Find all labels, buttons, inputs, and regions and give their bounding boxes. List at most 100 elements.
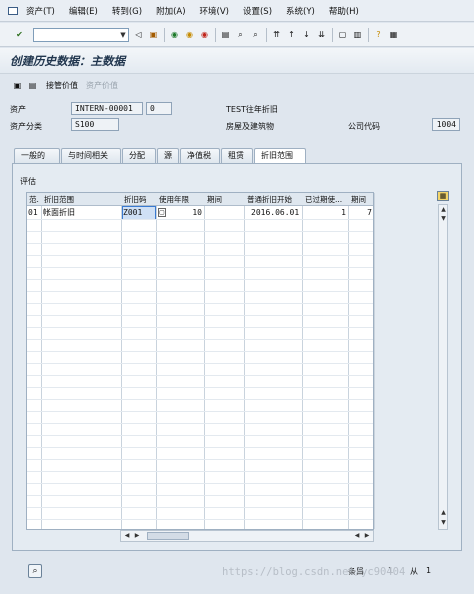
scroll-right-icon[interactable]: ▶ — [363, 532, 371, 539]
scroll-up-icon[interactable]: ▲ — [440, 206, 447, 213]
row-separator — [27, 435, 373, 436]
asset-number-field[interactable]: INTERN-00001 — [71, 102, 143, 115]
document-icon[interactable]: ▤ — [27, 80, 38, 91]
command-field[interactable]: ▼ — [33, 27, 129, 42]
row-separator — [27, 375, 373, 376]
last-page-icon[interactable]: ⇊ — [316, 29, 327, 40]
print-icon[interactable]: ▤ — [220, 29, 231, 40]
menu-settings[interactable]: 设置(S) — [243, 5, 272, 17]
company-code-field[interactable]: 1004 — [432, 118, 460, 131]
new-session-icon[interactable]: ▢ — [337, 29, 348, 40]
period-input[interactable] — [206, 207, 244, 219]
chevron-down-icon[interactable]: ▼ — [118, 29, 128, 41]
tab-depreciation-areas[interactable]: 折旧范围 — [254, 148, 306, 164]
header-period-2[interactable]: 期间 — [349, 193, 375, 206]
header-useful-life[interactable]: 使用年限 — [157, 193, 205, 206]
standard-toolbar: ✔ ▼ ◁ ▣ ◉ ◉ ◉ ▤ ⌕ ⌕ ⇈ ↑ ↓ ⇊ ▢ ▥ ? ▦ — [0, 23, 474, 47]
of-value: 1 — [426, 566, 432, 575]
next-page-icon[interactable]: ↓ — [301, 29, 312, 40]
tab-strip: 一般的 与时间相关 分配 源 净值税 租赁 折旧范围 — [14, 148, 307, 164]
tab-allocations[interactable]: 分配 — [122, 148, 156, 164]
scroll-down-icon[interactable]: ▼ — [440, 519, 447, 526]
back-arrow-icon[interactable]: ◁ — [133, 29, 144, 40]
scroll-left-icon[interactable]: ◀ — [123, 532, 131, 539]
asset-overview-icon[interactable]: ▣ — [12, 80, 23, 91]
row-separator — [27, 315, 373, 316]
find-next-icon[interactable]: ⌕ — [250, 29, 261, 40]
tab-net-worth-tax[interactable]: 净值税 — [180, 148, 220, 164]
header-dep-start[interactable]: 普通折旧开始 — [245, 193, 303, 206]
menu-asset[interactable]: 资产(T) — [26, 5, 55, 17]
enter-check-icon[interactable]: ✔ — [14, 29, 25, 40]
back-icon[interactable]: ◉ — [169, 29, 180, 40]
depreciation-table: 范. 折旧范围 折旧码 使用年限 期间 普通折旧开始 已过期使... 期间 01… — [26, 192, 375, 530]
asset-class-field[interactable]: S100 — [71, 118, 119, 131]
row-separator — [27, 255, 373, 256]
menu-environment[interactable]: 环境(V) — [200, 5, 229, 17]
row-separator — [27, 327, 373, 328]
customize-layout-icon[interactable]: ▦ — [388, 29, 399, 40]
dep-key-input[interactable]: Z001 — [122, 206, 156, 220]
table-settings-icon[interactable]: ▦ — [437, 191, 449, 201]
tab-time-dependent[interactable]: 与时间相关 — [61, 148, 121, 164]
row-separator — [27, 339, 373, 340]
expired-life-input[interactable]: 1 — [304, 207, 349, 219]
save-icon[interactable]: ▣ — [148, 29, 159, 40]
row-area-no: 01 — [28, 208, 38, 217]
toolbar-separator — [164, 27, 165, 42]
row-separator — [27, 483, 373, 484]
horizontal-scrollbar[interactable]: ◀ ▶ ◀ ▶ — [120, 530, 374, 542]
row-separator — [27, 423, 373, 424]
cancel-icon[interactable]: ◉ — [199, 29, 210, 40]
group-title: 评估 — [20, 177, 36, 186]
first-page-icon[interactable]: ⇈ — [271, 29, 282, 40]
period-2-input[interactable]: 7 — [350, 207, 375, 219]
scroll-down-icon[interactable]: ▼ — [440, 215, 447, 222]
useful-life-input[interactable]: 10 — [169, 207, 205, 219]
scroll-up-icon[interactable]: ▲ — [440, 509, 447, 516]
menu-extras[interactable]: 附加(A) — [156, 5, 185, 17]
asset-subnumber-field[interactable]: 0 — [146, 102, 172, 115]
row-separator — [27, 219, 373, 220]
window-menu-icon[interactable] — [8, 6, 18, 15]
row-separator — [27, 303, 373, 304]
menu-system[interactable]: 系统(Y) — [286, 5, 315, 17]
scroll-left-icon[interactable]: ◀ — [353, 532, 361, 539]
row-separator — [27, 291, 373, 292]
header-dep-key[interactable]: 折旧码 — [122, 193, 157, 206]
asset-class-label: 资产分类 — [10, 122, 42, 131]
shortcut-icon[interactable]: ▥ — [352, 29, 363, 40]
position-icon[interactable]: ⌕ — [28, 564, 42, 578]
title-bar: 创建历史数据：主数据 — [0, 48, 474, 74]
dep-start-input[interactable]: 2016.06.01 — [251, 207, 301, 219]
find-icon[interactable]: ⌕ — [235, 29, 246, 40]
header-expired-life[interactable]: 已过期使... — [303, 193, 349, 206]
header-area-no[interactable]: 范. — [27, 193, 42, 206]
asset-class-description: 房屋及建筑物 — [226, 122, 274, 131]
header-area-name[interactable]: 折旧范围 — [42, 193, 122, 206]
row-separator — [27, 363, 373, 364]
value-help-icon[interactable]: ▢ — [158, 208, 166, 217]
row-separator — [27, 411, 373, 412]
page-title: 创建历史数据：主数据 — [10, 53, 125, 68]
help-icon[interactable]: ? — [373, 29, 384, 40]
row-separator — [27, 471, 373, 472]
row-separator — [27, 459, 373, 460]
exit-icon[interactable]: ◉ — [184, 29, 195, 40]
row-area-name: 帐面折旧 — [43, 208, 75, 217]
row-separator — [27, 507, 373, 508]
tab-leasing[interactable]: 租赁 — [221, 148, 253, 164]
row-separator — [27, 279, 373, 280]
takeover-value-button[interactable]: 接管价值 — [46, 80, 78, 91]
scroll-thumb[interactable] — [147, 532, 189, 540]
scroll-right-icon[interactable]: ▶ — [133, 532, 141, 539]
header-period[interactable]: 期间 — [205, 193, 245, 206]
menu-help[interactable]: 帮助(H) — [329, 5, 359, 17]
vertical-scrollbar[interactable]: ▲ ▼ ▲ ▼ — [438, 204, 448, 530]
tab-origin[interactable]: 源 — [157, 148, 179, 164]
previous-page-icon[interactable]: ↑ — [286, 29, 297, 40]
menu-edit[interactable]: 编辑(E) — [69, 5, 98, 17]
toolbar-separator — [266, 27, 267, 42]
menu-goto[interactable]: 转到(G) — [112, 5, 142, 17]
tab-general[interactable]: 一般的 — [14, 148, 60, 164]
